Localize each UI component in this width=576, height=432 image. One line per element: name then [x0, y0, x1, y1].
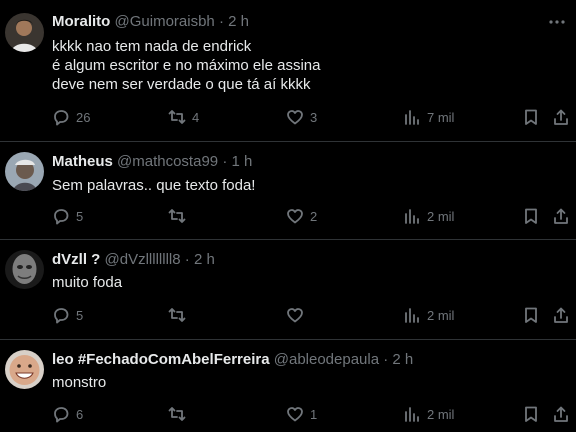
like-button[interactable]: 3	[286, 107, 317, 127]
separator-dot: ·	[218, 13, 224, 30]
analytics-icon	[405, 209, 419, 224]
action-bar: 6 1 2 mil	[0, 404, 576, 424]
reply-button[interactable]: 5	[52, 305, 83, 325]
bookmark-button[interactable]	[522, 206, 540, 226]
retweet-count: 4	[192, 109, 200, 125]
like-button[interactable]: 1	[286, 404, 317, 424]
like-button[interactable]: 2	[286, 206, 317, 226]
heart-icon	[287, 407, 303, 422]
views-button[interactable]: 2 mil	[403, 305, 454, 325]
view-count: 7 mil	[427, 109, 455, 125]
tweet-2[interactable]: Matheus @mathcosta99 · 1 h Sem palavras.…	[0, 142, 576, 239]
share-icon	[554, 208, 568, 224]
author-handle[interactable]: @mathcosta99	[117, 153, 218, 170]
author-name[interactable]: Matheus	[52, 153, 113, 170]
tweet-header: Moralito @Guimoraisbh · 2 h	[52, 12, 249, 32]
heart-icon	[287, 110, 303, 125]
timestamp[interactable]: 2 h	[228, 13, 249, 30]
reply-count: 6	[76, 406, 84, 422]
share-button[interactable]	[552, 305, 570, 325]
tweet-text: Sem palavras.. que texto foda!	[52, 177, 256, 194]
bookmark-icon	[525, 208, 537, 224]
share-button[interactable]	[552, 404, 570, 424]
action-bar: 5 2 mil	[0, 305, 576, 325]
tweet-header: dVzll ? @dVzllllllll8 · 2 h	[52, 250, 215, 270]
like-button[interactable]	[286, 305, 310, 325]
tweet-text: monstro	[52, 374, 107, 391]
views-button[interactable]: 2 mil	[403, 206, 454, 226]
views-button[interactable]: 7 mil	[403, 107, 454, 127]
reply-count: 26	[76, 109, 91, 125]
retweet-button[interactable]	[168, 404, 192, 424]
bookmark-button[interactable]	[522, 404, 540, 424]
retweet-icon	[168, 407, 186, 421]
timestamp[interactable]: 1 h	[231, 153, 252, 170]
view-count: 2 mil	[427, 208, 455, 224]
bookmark-button[interactable]	[522, 305, 540, 325]
view-count: 2 mil	[427, 406, 455, 422]
share-icon	[554, 307, 568, 323]
heart-icon	[287, 308, 303, 323]
tweet-1[interactable]: Moralito @Guimoraisbh · 2 h kkkk nao tem…	[0, 0, 576, 141]
bookmark-icon	[525, 307, 537, 323]
avatar[interactable]	[5, 152, 44, 191]
retweet-icon	[168, 110, 186, 124]
views-button[interactable]: 2 mil	[403, 404, 454, 424]
avatar[interactable]	[5, 13, 44, 52]
retweet-icon	[168, 209, 186, 223]
heart-icon	[287, 209, 303, 224]
author-name[interactable]: leo #FechadoComAbelFerreira	[52, 351, 270, 368]
tweet-header: Matheus @mathcosta99 · 1 h	[52, 152, 252, 172]
share-button[interactable]	[552, 107, 570, 127]
reply-icon	[54, 407, 69, 423]
avatar[interactable]	[5, 350, 44, 389]
timestamp[interactable]: 2 h	[392, 351, 413, 368]
analytics-icon	[405, 407, 419, 422]
reply-count: 5	[76, 307, 84, 323]
separator-dot: ·	[383, 351, 389, 368]
reply-icon	[54, 110, 69, 126]
author-handle[interactable]: @ableodepaula	[274, 351, 379, 368]
retweet-button[interactable]	[168, 206, 192, 226]
separator-dot: ·	[184, 251, 190, 268]
analytics-icon	[405, 308, 419, 323]
tweet-text: kkkk nao tem nada de endrick é algum esc…	[52, 38, 321, 93]
share-button[interactable]	[552, 206, 570, 226]
retweet-button[interactable]	[168, 305, 192, 325]
reply-button[interactable]: 5	[52, 206, 83, 226]
tweet-3[interactable]: dVzll ? @dVzllllllll8 · 2 h muito foda 5…	[0, 240, 576, 339]
bookmark-icon	[525, 109, 537, 125]
reply-count: 5	[76, 208, 84, 224]
bookmark-button[interactable]	[522, 107, 540, 127]
tweet-text: muito foda	[52, 274, 123, 291]
action-bar: 5 2 2 mil	[0, 206, 576, 226]
like-count: 2	[310, 208, 318, 224]
author-name[interactable]: dVzll ?	[52, 251, 100, 268]
reply-button[interactable]: 26	[52, 107, 90, 127]
author-handle[interactable]: @dVzllllllll8	[105, 251, 181, 268]
retweet-icon	[168, 308, 186, 322]
share-icon	[554, 109, 568, 125]
analytics-icon	[405, 110, 419, 125]
retweet-button[interactable]: 4	[168, 107, 199, 127]
tweet-4[interactable]: leo #FechadoComAbelFerreira @ableodepaul…	[0, 340, 576, 432]
author-handle[interactable]: @Guimoraisbh	[115, 13, 215, 30]
like-count: 1	[310, 406, 318, 422]
reply-icon	[54, 209, 69, 225]
share-icon	[554, 406, 568, 422]
author-name[interactable]: Moralito	[52, 13, 110, 30]
separator-dot: ·	[222, 153, 228, 170]
tweet-header: leo #FechadoComAbelFerreira @ableodepaul…	[52, 350, 413, 370]
view-count: 2 mil	[427, 307, 455, 323]
action-bar: 26 4 3 7 mil	[0, 107, 576, 127]
bookmark-icon	[525, 406, 537, 422]
like-count: 3	[310, 109, 318, 125]
timestamp[interactable]: 2 h	[194, 251, 215, 268]
reply-button[interactable]: 6	[52, 404, 83, 424]
avatar[interactable]	[5, 250, 44, 289]
reply-icon	[54, 308, 69, 324]
more-options-icon[interactable]	[548, 13, 566, 31]
